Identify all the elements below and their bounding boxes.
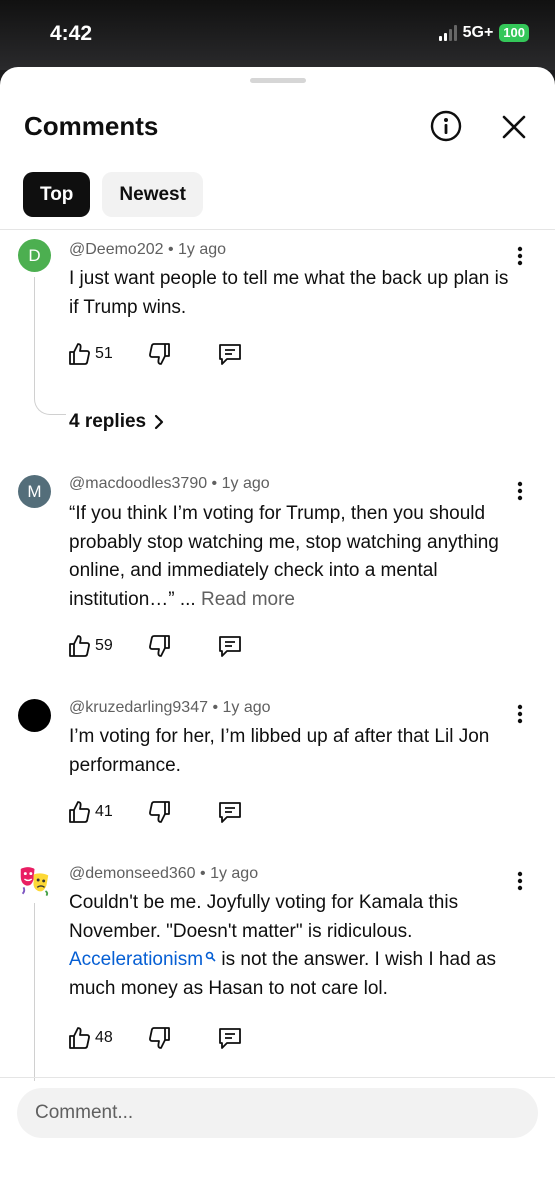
sheet-grabber[interactable] <box>250 78 306 83</box>
chevron-right-icon <box>155 414 164 430</box>
like-button[interactable]: 41 <box>66 799 113 825</box>
replies-link[interactable]: 4 replies <box>69 411 166 433</box>
comment-time: 1y ago <box>178 241 227 258</box>
reply-button[interactable] <box>217 341 243 367</box>
dislike-button[interactable] <box>147 341 173 367</box>
comment-more-button[interactable] <box>508 702 532 726</box>
comments-sheet: Comments Top Newest D @Deemo202 • 1y ago <box>0 67 555 1200</box>
info-button[interactable] <box>430 110 462 142</box>
reply-comment-icon <box>218 636 241 657</box>
comment-text: I’m voting for her, I’m libbed up af aft… <box>69 726 490 776</box>
avatar[interactable] <box>18 699 51 732</box>
network-label: 5G+ <box>462 24 494 41</box>
comment-time: 1y ago <box>210 865 259 882</box>
more-vertical-icon <box>517 704 523 724</box>
comment-input[interactable] <box>17 1088 538 1138</box>
comment-meta[interactable]: @kruzedarling9347 • 1y ago <box>69 699 271 717</box>
dislike-button[interactable] <box>147 633 173 659</box>
chip-top[interactable]: Top <box>23 172 91 217</box>
comment-actions: 59 <box>66 633 243 659</box>
more-vertical-icon <box>517 871 523 891</box>
thumbs-down-icon <box>148 801 170 823</box>
reply-comment-icon <box>218 802 241 823</box>
battery-icon: 100 <box>499 24 529 42</box>
like-count: 48 <box>95 1029 113 1046</box>
status-time: 4:42 <box>50 22 93 45</box>
comment-time: 1y ago <box>222 699 271 716</box>
search-link-label: Accelerationism <box>69 949 204 970</box>
signal-icon <box>438 25 457 41</box>
avatar[interactable]: D <box>18 239 51 272</box>
avatar[interactable]: M <box>18 475 51 508</box>
comment-more-button[interactable] <box>508 479 532 503</box>
search-link[interactable]: Accelerationism <box>69 949 216 970</box>
dislike-button[interactable] <box>147 1025 173 1051</box>
thumbs-down-icon <box>148 1027 170 1049</box>
close-button[interactable] <box>499 112 529 142</box>
comment-author[interactable]: @demonseed360 <box>69 865 196 882</box>
thread-line <box>34 903 35 1081</box>
status-indicators: 5G+ 100 <box>438 24 529 42</box>
like-count: 51 <box>95 345 113 362</box>
thumbs-down-icon <box>148 343 170 365</box>
comment-text: I just want people to tell me what the b… <box>69 268 509 318</box>
comment-more-button[interactable] <box>508 869 532 893</box>
comment-more-button[interactable] <box>508 244 532 268</box>
like-button[interactable]: 51 <box>66 341 113 367</box>
like-button[interactable]: 48 <box>66 1025 113 1051</box>
reply-button[interactable] <box>217 633 243 659</box>
page-title: Comments <box>24 111 159 141</box>
comment-actions: 41 <box>66 799 243 825</box>
read-more-link[interactable]: Read more <box>201 589 295 610</box>
reply-button[interactable] <box>217 799 243 825</box>
comment-author[interactable]: @macdoodles3790 <box>69 475 207 492</box>
comment-meta[interactable]: @macdoodles3790 • 1y ago <box>69 475 270 493</box>
more-vertical-icon <box>517 481 523 501</box>
search-icon <box>205 951 216 962</box>
close-icon <box>502 115 526 139</box>
like-count: 41 <box>95 803 113 820</box>
thread-line <box>34 277 35 391</box>
reply-comment-icon <box>218 1028 241 1049</box>
replies-label: 4 replies <box>69 411 147 432</box>
info-icon <box>430 110 462 142</box>
chip-newest[interactable]: Newest <box>102 172 203 217</box>
thumbs-up-icon <box>69 635 90 657</box>
thumbs-up-icon <box>69 343 90 365</box>
comment-meta[interactable]: @demonseed360 • 1y ago <box>69 865 258 883</box>
status-bar: 4:42 5G+ 100 <box>0 0 555 70</box>
comment-meta[interactable]: @Deemo202 • 1y ago <box>69 241 226 259</box>
theater-masks-icon <box>20 866 49 896</box>
comment-body: Couldn't be me. Joyfully voting for Kama… <box>69 892 459 942</box>
more-vertical-icon <box>517 246 523 266</box>
divider <box>0 229 555 230</box>
comment-text: “If you think I’m voting for Trump, then… <box>69 500 509 614</box>
comment-actions: 48 <box>66 1025 243 1051</box>
like-button[interactable]: 59 <box>66 633 113 659</box>
reply-comment-icon <box>218 344 241 365</box>
thumbs-down-icon <box>148 635 170 657</box>
dislike-button[interactable] <box>147 799 173 825</box>
divider <box>0 1077 555 1078</box>
comment-time: 1y ago <box>221 475 270 492</box>
sort-chips: Top Newest <box>23 172 203 217</box>
avatar[interactable] <box>18 863 51 896</box>
thumbs-up-icon <box>69 801 90 823</box>
comment-actions: 51 <box>66 341 243 367</box>
reply-button[interactable] <box>217 1025 243 1051</box>
thumbs-up-icon <box>69 1027 90 1049</box>
thread-curve <box>34 391 66 415</box>
comment-text: Couldn't be me. Joyfully voting for Kama… <box>69 889 509 1003</box>
comment-author[interactable]: @Deemo202 <box>69 241 164 258</box>
comment-author[interactable]: @kruzedarling9347 <box>69 699 208 716</box>
like-count: 59 <box>95 637 113 654</box>
